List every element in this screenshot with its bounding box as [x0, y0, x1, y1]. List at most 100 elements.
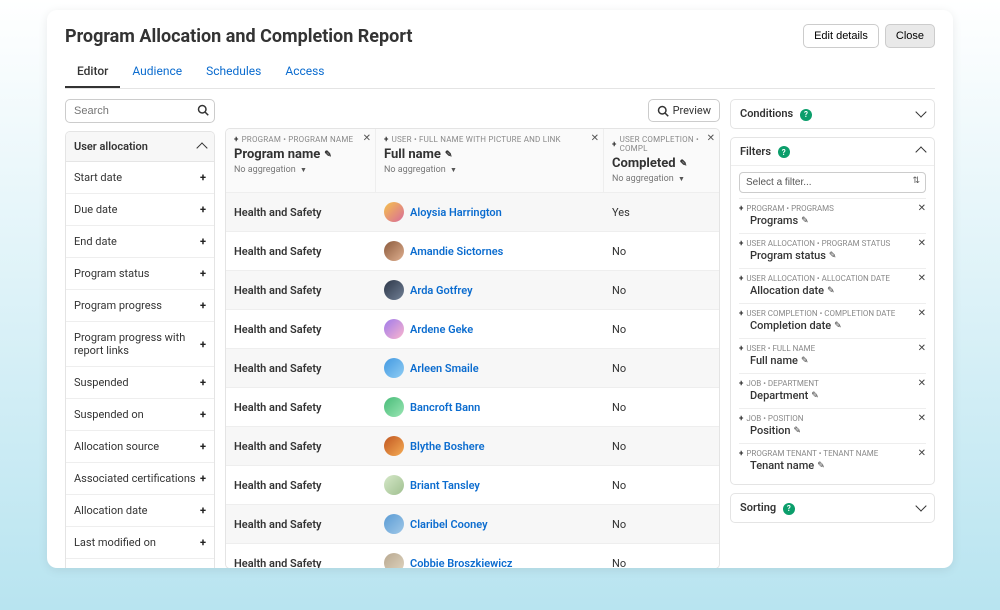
field-item[interactable]: Actions+ — [66, 559, 214, 568]
sorting-header[interactable]: Sorting ? — [731, 494, 934, 522]
filter-select-wrap: Select a filter... — [739, 172, 926, 193]
pencil-icon[interactable]: ✎ — [445, 150, 453, 160]
add-field-icon[interactable]: + — [200, 440, 206, 453]
close-button[interactable]: Close — [885, 24, 935, 48]
field-item[interactable]: Program status+ — [66, 258, 214, 290]
field-item[interactable]: Program progress+ — [66, 290, 214, 322]
user-link[interactable]: Ardene Geke — [410, 323, 473, 336]
field-group-header[interactable]: User allocation — [66, 132, 214, 162]
remove-filter-icon[interactable]: ✕ — [918, 238, 926, 249]
remove-filter-icon[interactable]: ✕ — [918, 203, 926, 214]
field-item[interactable]: Due date+ — [66, 194, 214, 226]
add-field-icon[interactable]: + — [200, 376, 206, 389]
pencil-icon[interactable]: ✎ — [817, 461, 825, 471]
add-field-icon[interactable]: + — [200, 504, 206, 517]
help-icon[interactable]: ? — [783, 503, 795, 515]
tab-editor[interactable]: Editor — [65, 58, 120, 88]
remove-filter-icon[interactable]: ✕ — [918, 448, 926, 459]
field-item[interactable]: Suspended on+ — [66, 399, 214, 431]
help-icon[interactable]: ? — [800, 109, 812, 121]
filter-item[interactable]: ✕+ USER ALLOCATION • ALLOCATION DATEAllo… — [739, 268, 926, 303]
search-icon — [197, 104, 209, 119]
user-link[interactable]: Briant Tansley — [410, 479, 480, 492]
user-link[interactable]: Cobbie Broszkiewicz — [410, 557, 512, 569]
field-item[interactable]: Program progress with report links+ — [66, 322, 214, 367]
col-agg[interactable]: No aggregation ▼ — [384, 165, 595, 175]
caret-down-icon: ▼ — [450, 166, 457, 174]
filter-select[interactable]: Select a filter... — [739, 172, 926, 193]
add-field-icon[interactable]: + — [200, 338, 206, 351]
user-link[interactable]: Arleen Smaile — [410, 362, 479, 375]
user-link[interactable]: Aloysia Harrington — [410, 206, 502, 219]
field-item[interactable]: Start date+ — [66, 162, 214, 194]
add-field-icon[interactable]: + — [200, 299, 206, 312]
pencil-icon[interactable]: ✎ — [794, 426, 802, 436]
filter-item[interactable]: ✕+ USER ALLOCATION • PROGRAM STATUSProgr… — [739, 233, 926, 268]
user-link[interactable]: Blythe Boshere — [410, 440, 485, 453]
add-field-icon[interactable]: + — [200, 536, 206, 549]
avatar — [384, 436, 404, 456]
col-agg[interactable]: No aggregation ▼ — [612, 174, 711, 184]
field-item[interactable]: Last modified on+ — [66, 527, 214, 559]
avatar — [384, 280, 404, 300]
pencil-icon[interactable]: ✎ — [827, 286, 835, 296]
help-icon[interactable]: ? — [778, 146, 790, 158]
preview-button[interactable]: Preview — [648, 99, 720, 122]
sorting-panel: Sorting ? — [730, 493, 935, 523]
remove-col-icon[interactable]: ✕ — [591, 133, 599, 144]
pencil-icon[interactable]: ✎ — [834, 321, 842, 331]
edit-details-button[interactable]: Edit details — [803, 24, 879, 48]
pencil-icon[interactable]: ✎ — [801, 216, 809, 226]
user-link[interactable]: Bancroft Bann — [410, 401, 480, 414]
tab-access[interactable]: Access — [273, 58, 336, 88]
field-item[interactable]: Allocation source+ — [66, 431, 214, 463]
field-item[interactable]: End date+ — [66, 226, 214, 258]
filter-item[interactable]: ✕+ PROGRAM • PROGRAMSPrograms ✎ — [739, 198, 926, 233]
pencil-icon[interactable]: ✎ — [811, 391, 819, 401]
add-field-icon[interactable]: + — [200, 267, 206, 280]
filter-item[interactable]: ✕+ USER • FULL NAMEFull name ✎ — [739, 338, 926, 373]
remove-col-icon[interactable]: ✕ — [707, 133, 715, 144]
field-item[interactable]: Associated certifications+ — [66, 463, 214, 495]
remove-filter-icon[interactable]: ✕ — [918, 378, 926, 389]
add-field-icon[interactable]: + — [200, 171, 206, 184]
add-field-icon[interactable]: + — [200, 203, 206, 216]
user-link[interactable]: Arda Gotfrey — [410, 284, 473, 297]
remove-filter-icon[interactable]: ✕ — [918, 413, 926, 424]
pencil-icon[interactable]: ✎ — [801, 356, 809, 366]
avatar — [384, 319, 404, 339]
col-full-name[interactable]: ✕ + USER • FULL NAME WITH PICTURE AND LI… — [376, 129, 604, 192]
remove-filter-icon[interactable]: ✕ — [918, 343, 926, 354]
conditions-header[interactable]: Conditions ? — [731, 100, 934, 128]
table-row: Health and SafetyClaribel CooneyNo — [226, 504, 719, 543]
filter-item[interactable]: ✕+ JOB • POSITIONPosition ✎ — [739, 408, 926, 443]
field-label: Program progress with report links — [74, 331, 200, 357]
left-sidebar: User allocation Start date+Due date+End … — [65, 99, 215, 568]
add-field-icon[interactable]: + — [200, 472, 206, 485]
filter-item[interactable]: ✕+ JOB • DEPARTMENTDepartment ✎ — [739, 373, 926, 408]
col-program-name[interactable]: ✕ + PROGRAM • PROGRAM NAME Program name … — [226, 129, 376, 192]
tab-schedules[interactable]: Schedules — [194, 58, 273, 88]
pencil-icon[interactable]: ✎ — [829, 251, 837, 261]
add-field-icon[interactable]: + — [200, 235, 206, 248]
filter-item[interactable]: ✕+ PROGRAM TENANT • TENANT NAMETenant na… — [739, 443, 926, 478]
remove-col-icon[interactable]: ✕ — [363, 133, 371, 144]
field-search-input[interactable] — [65, 99, 215, 123]
user-link[interactable]: Amandie Sictornes — [410, 245, 503, 258]
col-completed[interactable]: ✕ + USER COMPLETION • COMPL Completed ✎ … — [604, 129, 719, 192]
cell-completed: No — [604, 470, 719, 501]
tab-audience[interactable]: Audience — [120, 58, 194, 88]
remove-filter-icon[interactable]: ✕ — [918, 308, 926, 319]
pencil-icon[interactable]: ✎ — [680, 159, 688, 169]
user-link[interactable]: Claribel Cooney — [410, 518, 488, 531]
col-agg[interactable]: No aggregation ▼ — [234, 165, 367, 175]
filters-header[interactable]: Filters ? — [731, 138, 934, 166]
pencil-icon[interactable]: ✎ — [324, 150, 332, 160]
filter-item[interactable]: ✕+ USER COMPLETION • COMPLETION DATEComp… — [739, 303, 926, 338]
add-field-icon[interactable]: + — [200, 408, 206, 421]
remove-filter-icon[interactable]: ✕ — [918, 273, 926, 284]
field-item[interactable]: Suspended+ — [66, 367, 214, 399]
field-item[interactable]: Allocation date+ — [66, 495, 214, 527]
table-row: Health and SafetyAmandie SictornesNo — [226, 231, 719, 270]
right-panel: Conditions ? Filters ? Select a filter..… — [730, 99, 935, 568]
